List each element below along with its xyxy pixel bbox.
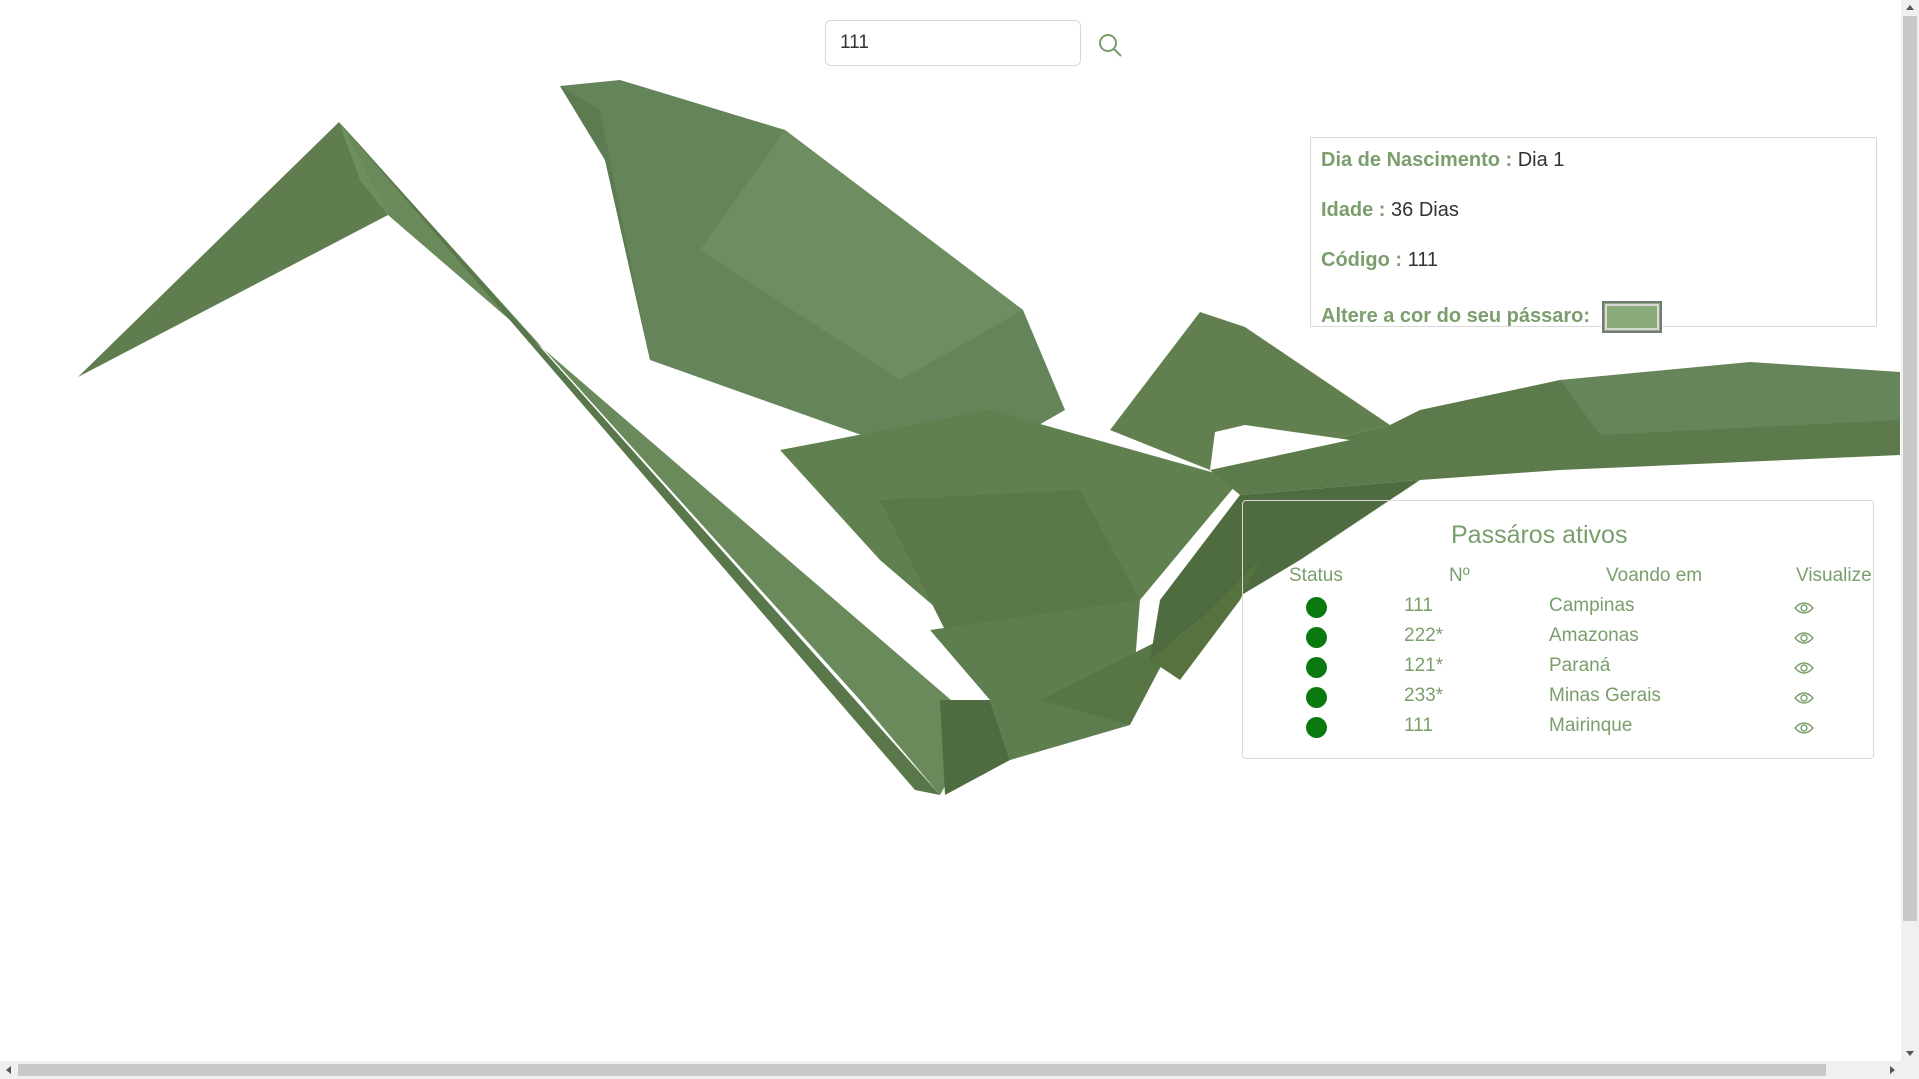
age-value: 36 Dias bbox=[1391, 199, 1459, 221]
bird-color-picker[interactable] bbox=[1601, 300, 1662, 333]
bird-number: 121* bbox=[1404, 655, 1444, 676]
status-dot bbox=[1306, 687, 1327, 708]
view-button[interactable] bbox=[1794, 659, 1814, 681]
status-dot bbox=[1306, 717, 1327, 738]
bird-location: Campinas bbox=[1549, 595, 1635, 616]
eye-icon bbox=[1794, 722, 1814, 734]
bird-location: Minas Gerais bbox=[1549, 685, 1661, 706]
table-row: 121* Paraná bbox=[1243, 653, 1875, 683]
color-row: Altere a cor do seu pássaro: bbox=[1321, 300, 1876, 350]
view-button[interactable] bbox=[1794, 719, 1814, 741]
horizontal-scrollbar[interactable] bbox=[0, 1061, 1919, 1079]
birth-row: Dia de Nascimento : Dia 1 bbox=[1321, 144, 1876, 194]
status-dot bbox=[1306, 657, 1327, 678]
view-button[interactable] bbox=[1794, 689, 1814, 711]
age-row: Idade : 36 Dias bbox=[1321, 194, 1876, 244]
status-indicator bbox=[1306, 717, 1327, 744]
active-birds-table: Status Nº Voando em Visualize 111 Campina… bbox=[1243, 563, 1875, 743]
table-row: 222* Amazonas bbox=[1243, 623, 1875, 653]
column-header-status: Status bbox=[1289, 565, 1343, 586]
view-button[interactable] bbox=[1794, 629, 1814, 651]
column-header-view: Visualize bbox=[1796, 565, 1872, 586]
active-birds-panel: Passáros ativos Status Nº Voando em Visu… bbox=[1242, 500, 1874, 759]
birth-value: Dia 1 bbox=[1517, 149, 1565, 171]
status-indicator bbox=[1306, 597, 1327, 624]
code-value: 111 bbox=[1407, 249, 1439, 271]
birth-label: Dia de Nascimento : bbox=[1321, 149, 1513, 171]
vertical-scroll-thumb[interactable] bbox=[1903, 16, 1917, 921]
bird-number: 111 bbox=[1404, 715, 1433, 736]
column-header-flying-in: Voando em bbox=[1606, 565, 1703, 586]
bird-location: Mairinque bbox=[1549, 715, 1633, 736]
color-label: Altere a cor do seu pássaro: bbox=[1321, 305, 1590, 327]
bird-number: 222* bbox=[1404, 625, 1444, 646]
eye-icon bbox=[1794, 692, 1814, 704]
code-row: Código : 111 bbox=[1321, 244, 1876, 294]
column-header-number: Nº bbox=[1449, 565, 1470, 586]
search-bar bbox=[825, 20, 1122, 66]
bird-number: 233* bbox=[1404, 685, 1444, 706]
vertical-scrollbar[interactable] bbox=[1901, 0, 1919, 1061]
table-row: 111 Mairinque bbox=[1243, 713, 1875, 743]
eye-icon bbox=[1794, 602, 1814, 614]
scroll-down-arrow[interactable] bbox=[1906, 1051, 1914, 1056]
eye-icon bbox=[1794, 632, 1814, 644]
status-dot bbox=[1306, 627, 1327, 648]
status-indicator bbox=[1306, 627, 1327, 654]
active-birds-title: Passáros ativos bbox=[1451, 521, 1628, 549]
status-indicator bbox=[1306, 687, 1327, 714]
status-dot bbox=[1306, 597, 1327, 618]
table-row: 111 Campinas bbox=[1243, 593, 1875, 623]
scroll-right-arrow[interactable] bbox=[1890, 1066, 1895, 1074]
horizontal-scroll-thumb[interactable] bbox=[18, 1064, 1826, 1076]
age-label: Idade : bbox=[1321, 199, 1386, 221]
eye-icon bbox=[1794, 662, 1814, 674]
view-button[interactable] bbox=[1794, 599, 1814, 621]
status-indicator bbox=[1306, 657, 1327, 684]
bird-location: Amazonas bbox=[1549, 625, 1639, 646]
bird-number: 111 bbox=[1404, 595, 1433, 616]
bird-location: Paraná bbox=[1549, 655, 1611, 676]
search-icon[interactable] bbox=[1095, 30, 1125, 60]
search-input[interactable] bbox=[825, 20, 1081, 66]
code-label: Código : bbox=[1321, 249, 1403, 271]
scroll-up-arrow[interactable] bbox=[1906, 5, 1914, 10]
scroll-left-arrow[interactable] bbox=[6, 1066, 11, 1074]
table-header: Status Nº Voando em Visualize bbox=[1243, 563, 1875, 593]
table-row: 233* Minas Gerais bbox=[1243, 683, 1875, 713]
bird-info-panel: Dia de Nascimento : Dia 1 Idade : 36 Dia… bbox=[1310, 137, 1877, 333]
